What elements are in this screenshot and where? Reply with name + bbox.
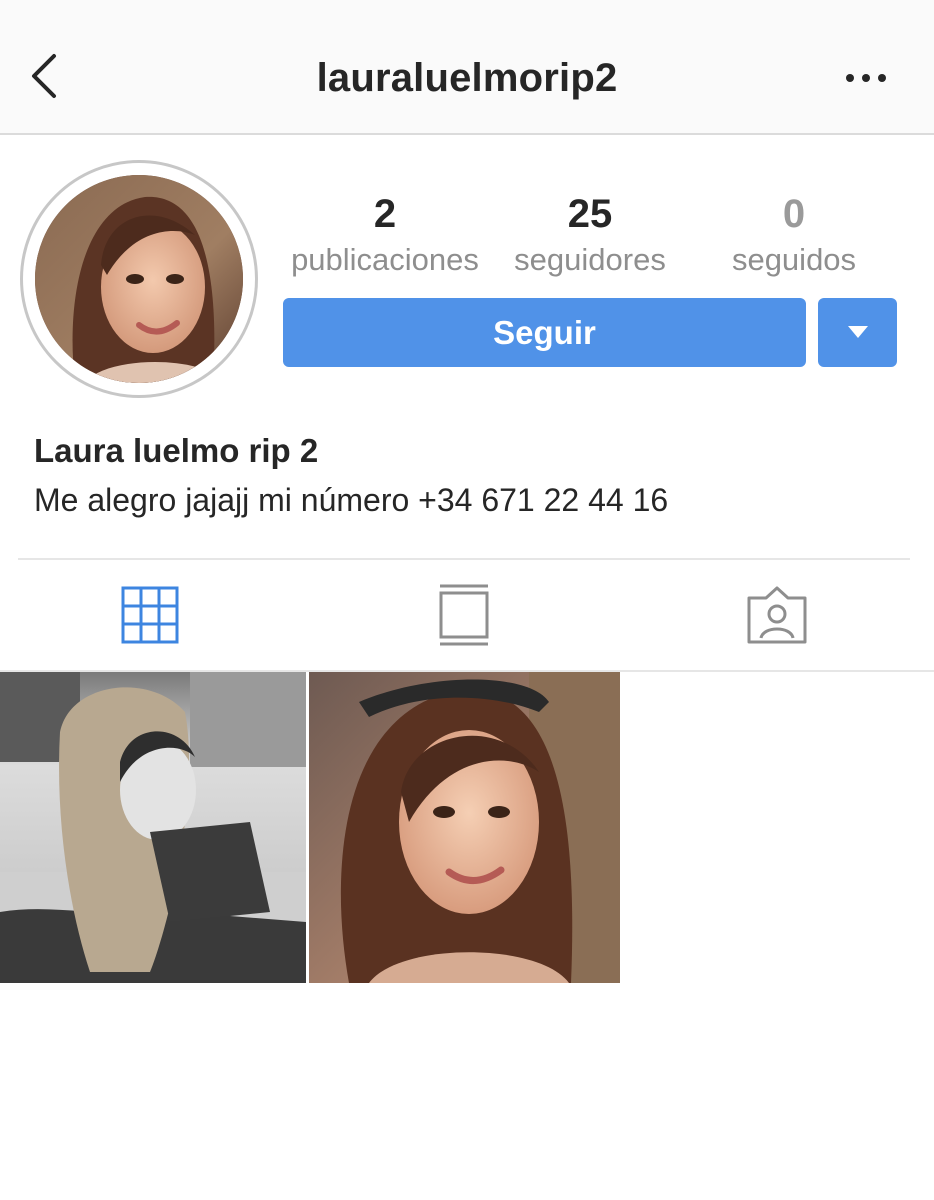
stat-followers[interactable]: 25 seguidores (500, 188, 680, 280)
avatar-ring (20, 160, 258, 398)
posts-label: publicaciones (291, 242, 479, 277)
top-nav-bar: lauraluelmorip2 (0, 0, 934, 135)
post-thumbnail[interactable] (0, 672, 306, 983)
following-count: 0 (782, 192, 806, 236)
profile-page: lauraluelmorip2 2 publicaciones 25 segui… (0, 0, 934, 1200)
posts-count: 2 (373, 192, 397, 236)
following-label: seguidos (731, 242, 857, 277)
post-thumbnail[interactable] (309, 672, 620, 983)
stat-following[interactable]: 0 seguidos (718, 188, 870, 280)
tagged-person-icon (747, 586, 807, 644)
followers-label: seguidores (514, 242, 666, 277)
display-name: Laura luelmo rip 2 (34, 432, 319, 469)
page-title: lauraluelmorip2 (316, 56, 618, 100)
feed-icon (439, 584, 489, 646)
stat-posts: 2 publicaciones (282, 188, 488, 280)
follow-button[interactable]: Seguir (283, 298, 806, 367)
grid-icon (121, 586, 179, 644)
ellipsis-icon[interactable] (842, 70, 890, 86)
followers-count: 25 (567, 192, 613, 236)
tab-grid[interactable] (115, 580, 185, 650)
divider (18, 558, 910, 560)
avatar[interactable] (35, 175, 243, 383)
caret-down-icon (848, 326, 868, 338)
bio-text: Me alegro jajajj mi número +34 671 22 44… (34, 482, 669, 518)
tab-tagged[interactable] (742, 580, 812, 650)
tab-feed[interactable] (430, 580, 500, 650)
suggestions-dropdown-button[interactable] (818, 298, 897, 367)
